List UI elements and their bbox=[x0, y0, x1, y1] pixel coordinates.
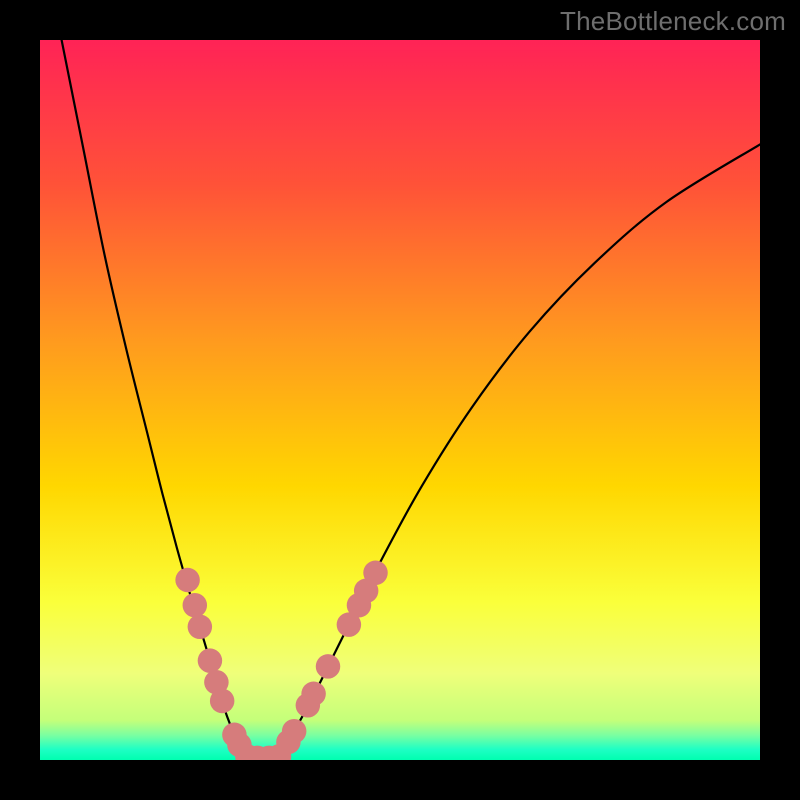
data-marker bbox=[316, 654, 340, 678]
bottleneck-curve bbox=[62, 40, 760, 759]
data-marker bbox=[282, 719, 306, 743]
data-marker bbox=[210, 689, 234, 713]
data-marker bbox=[198, 648, 222, 672]
data-marker bbox=[175, 568, 199, 592]
data-marker bbox=[363, 561, 387, 585]
watermark-label: TheBottleneck.com bbox=[560, 6, 786, 37]
data-marker bbox=[188, 615, 212, 639]
chart-frame: TheBottleneck.com bbox=[0, 0, 800, 800]
data-markers bbox=[175, 561, 387, 760]
curve-layer bbox=[40, 40, 760, 760]
data-marker bbox=[301, 682, 325, 706]
data-marker bbox=[183, 593, 207, 617]
plot-area bbox=[40, 40, 760, 760]
